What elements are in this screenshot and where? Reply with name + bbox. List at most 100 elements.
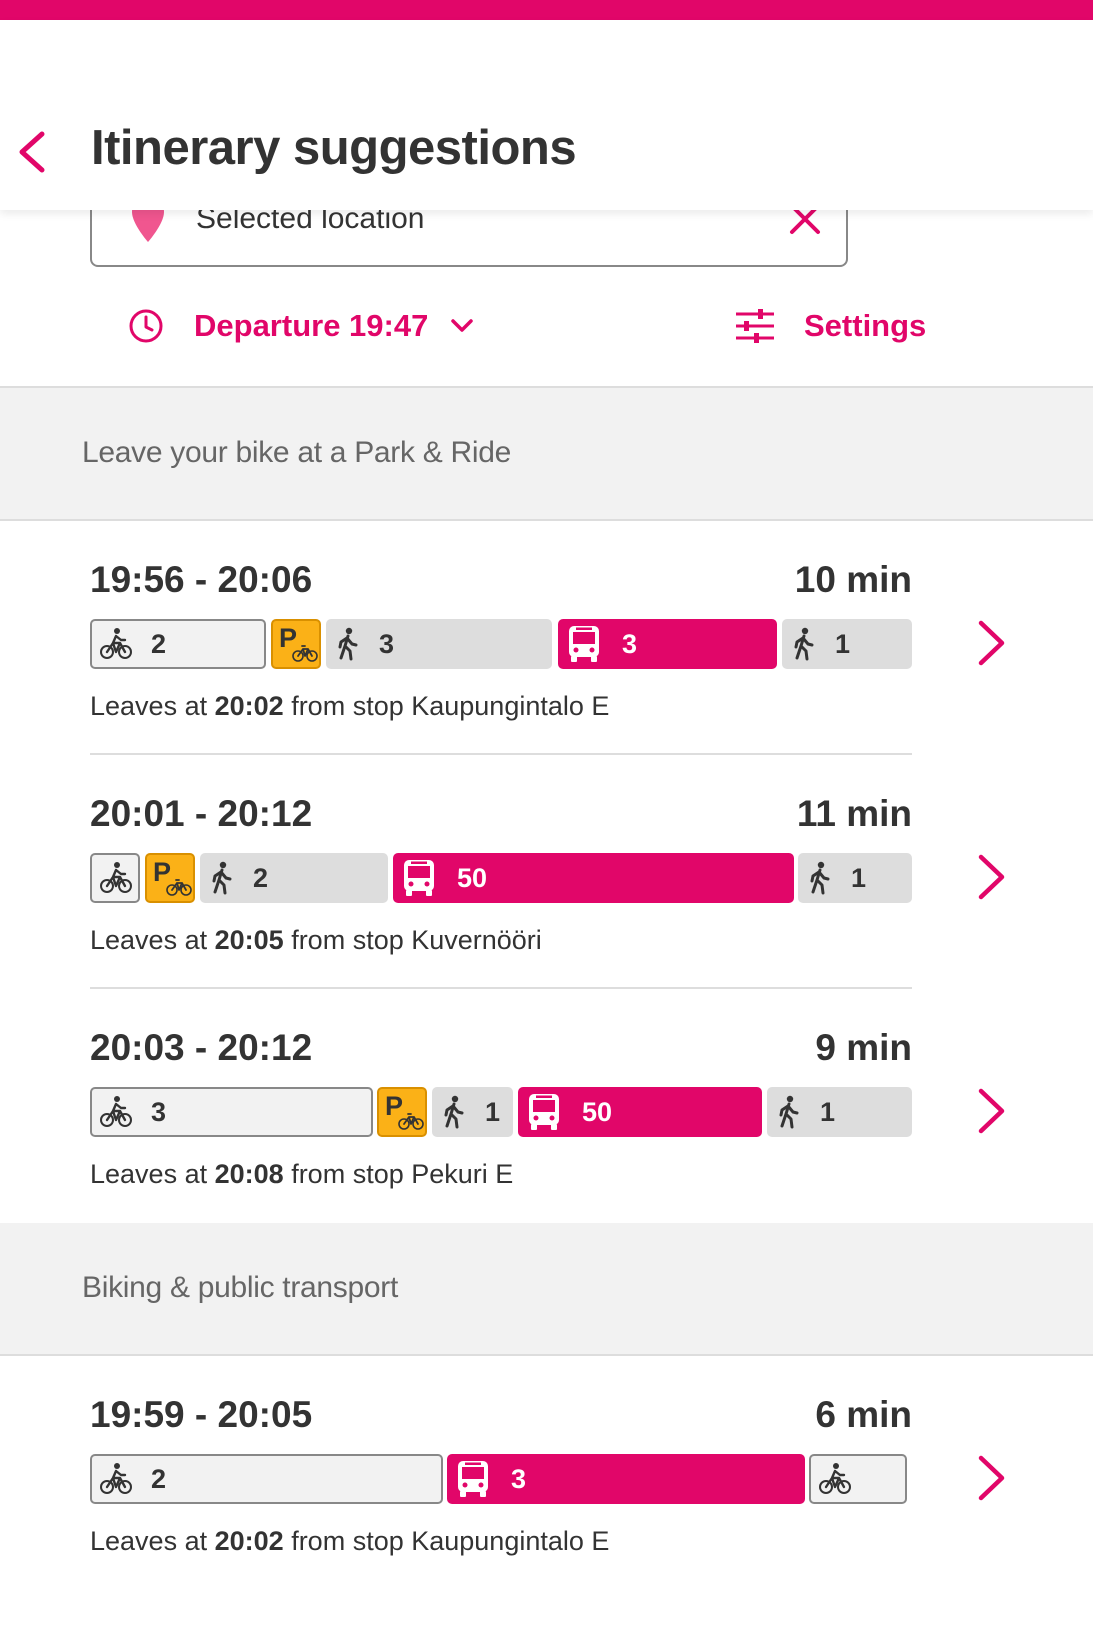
leg-walk: 1 [432, 1087, 513, 1137]
desc-prefix: Leaves at [90, 1526, 208, 1556]
leg-walk: 1 [782, 619, 912, 669]
leg-bus: 50 [393, 853, 794, 903]
itinerary-departure-info: Leaves at 20:08 from stop Pekuri E [90, 1159, 513, 1190]
desc-stop: from stop Pekuri E [291, 1159, 514, 1189]
leg-duration: 1 [485, 1096, 501, 1127]
page-title: Itinerary suggestions [91, 121, 577, 175]
walk-icon [205, 861, 239, 895]
bus-icon [401, 858, 437, 898]
section-header-bike-transit: Biking & public transport [0, 1223, 1093, 1356]
itinerary-time-range: 19:59 - 20:05 [90, 1394, 313, 1435]
chevron-right-icon [975, 852, 1007, 902]
itinerary-legs: 2 3 3 1 [90, 619, 912, 669]
bike-park-icon [383, 1091, 425, 1133]
leg-park-and-ride [145, 853, 195, 903]
bicycle-icon [99, 627, 133, 661]
leg-distance: 3 [151, 1096, 167, 1127]
walk-icon [803, 861, 837, 895]
desc-prefix: Leaves at [90, 691, 208, 721]
chevron-right-icon [975, 1086, 1007, 1136]
itinerary-duration: 11 min [796, 793, 912, 834]
top-accent-bar [0, 0, 1093, 20]
bus-line: 3 [622, 628, 638, 659]
itinerary-departure-info: Leaves at 20:02 from stop Kaupungintalo … [90, 1526, 609, 1557]
time-settings-bar: Departure 19:47 Settings [0, 290, 1093, 370]
bus-icon [455, 1459, 491, 1499]
leg-walk: 3 [326, 619, 552, 669]
sliders-icon [736, 309, 774, 343]
walk-icon [772, 1095, 806, 1129]
chevron-right-icon [975, 618, 1007, 668]
itinerary-duration: 9 min [815, 1027, 912, 1068]
leg-bus: 3 [447, 1454, 805, 1504]
chevron-down-icon [451, 319, 474, 332]
bus-line: 50 [457, 862, 488, 893]
itinerary-item[interactable]: 19:59 - 20:05 6 min 2 3 Leaves at 20:02 … [0, 1356, 1093, 1590]
itinerary-item[interactable]: 20:03 - 20:12 9 min 3 1 50 1 Leaves at 2… [0, 989, 1093, 1223]
leg-park-and-ride [377, 1087, 427, 1137]
section-title: Biking & public transport [82, 1271, 398, 1304]
itinerary-legs: 2 3 [90, 1454, 912, 1504]
bicycle-icon [818, 1462, 852, 1496]
desc-time: 20:08 [214, 1159, 284, 1189]
chevron-right-icon [975, 1453, 1007, 1503]
leg-park-and-ride [271, 619, 321, 669]
itinerary-departure-info: Leaves at 20:02 from stop Kaupungintalo … [90, 691, 609, 722]
leg-walk: 1 [798, 853, 912, 903]
leg-distance: 2 [151, 1463, 167, 1494]
leg-bike: 3 [90, 1087, 373, 1137]
desc-time: 20:02 [214, 1526, 284, 1556]
bus-line: 50 [582, 1096, 613, 1127]
walk-icon [787, 627, 821, 661]
leg-bike: 2 [90, 1454, 443, 1504]
departure-time-label: Departure 19:47 [194, 308, 429, 343]
leg-duration: 3 [379, 628, 395, 659]
bus-line: 3 [511, 1463, 527, 1494]
desc-stop: from stop Kaupungintalo E [291, 691, 610, 721]
leg-duration: 2 [253, 862, 269, 893]
bicycle-icon [99, 1462, 133, 1496]
desc-prefix: Leaves at [90, 1159, 208, 1189]
departure-time-button[interactable]: Departure 19:47 [128, 306, 474, 346]
leg-duration: 1 [851, 862, 867, 893]
section-header-park-ride: Leave your bike at a Park & Ride [0, 388, 1093, 521]
itinerary-item[interactable]: 20:01 - 20:12 11 min 2 50 1 Leaves at 20… [0, 755, 1093, 989]
app-header: Itinerary suggestions [0, 20, 1093, 210]
itinerary-item[interactable]: 19:56 - 20:06 10 min 2 3 3 1 Leaves at 2… [0, 521, 1093, 755]
bicycle-icon [99, 861, 133, 895]
leg-bike: 2 [90, 619, 266, 669]
walk-icon [331, 627, 365, 661]
bus-icon [526, 1092, 562, 1132]
leg-walk: 1 [767, 1087, 912, 1137]
itinerary-time-range: 19:56 - 20:06 [90, 559, 313, 600]
leg-distance: 2 [151, 628, 167, 659]
settings-button[interactable]: Settings [734, 306, 926, 346]
bus-icon [566, 624, 602, 664]
itinerary-time-range: 20:03 - 20:12 [90, 1027, 313, 1068]
settings-label: Settings [804, 308, 927, 343]
leg-walk: 2 [200, 853, 388, 903]
itinerary-legs: 3 1 50 1 [90, 1087, 912, 1137]
walk-icon [437, 1095, 471, 1129]
desc-time: 20:05 [214, 925, 284, 955]
leg-duration: 1 [820, 1096, 836, 1127]
bike-park-icon [151, 857, 193, 899]
desc-time: 20:02 [214, 691, 284, 721]
leg-bus: 50 [518, 1087, 762, 1137]
desc-stop: from stop Kuvernööri [291, 925, 542, 955]
bike-park-icon [277, 623, 319, 665]
desc-prefix: Leaves at [90, 925, 208, 955]
leg-bike [809, 1454, 907, 1504]
leg-duration: 1 [835, 628, 851, 659]
itinerary-time-range: 20:01 - 20:12 [90, 793, 313, 834]
itinerary-departure-info: Leaves at 20:05 from stop Kuvernööri [90, 925, 542, 956]
chevron-left-icon[interactable] [14, 128, 54, 176]
itinerary-legs: 2 50 1 [90, 853, 912, 903]
section-title: Leave your bike at a Park & Ride [82, 436, 511, 469]
itinerary-duration: 10 min [794, 559, 912, 600]
clock-icon [129, 309, 163, 343]
desc-stop: from stop Kaupungintalo E [291, 1526, 610, 1556]
bicycle-icon [99, 1095, 133, 1129]
leg-bus: 3 [558, 619, 777, 669]
leg-bike [90, 853, 140, 903]
